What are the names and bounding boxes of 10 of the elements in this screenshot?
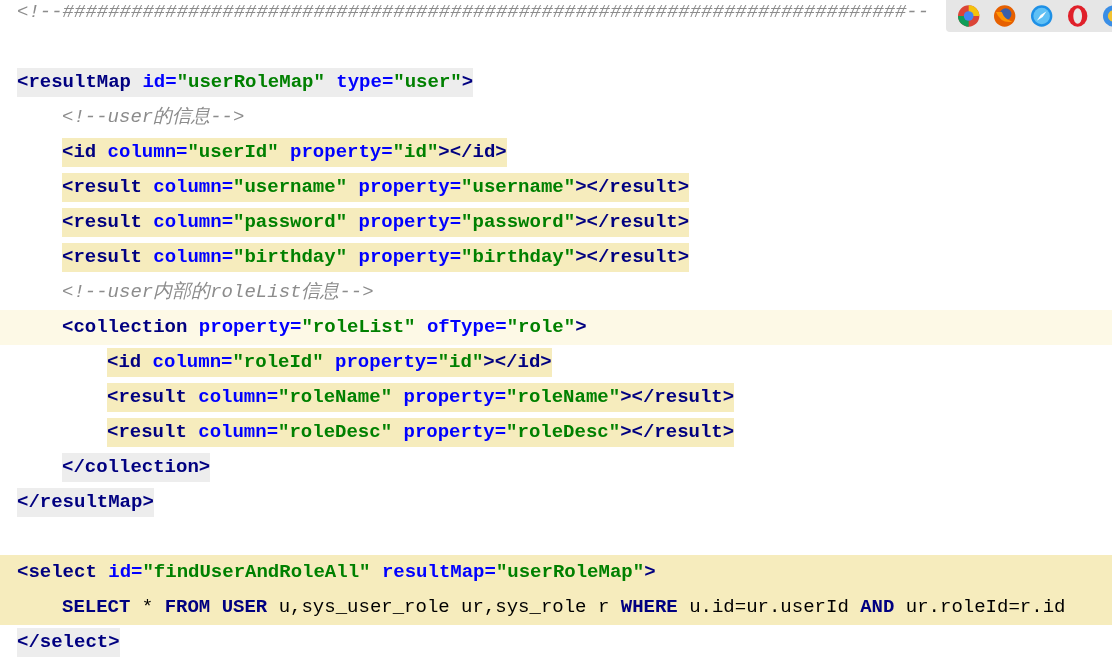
code-comment: <!--user的信息-->: [62, 105, 245, 131]
browser-icon[interactable]: [957, 4, 981, 28]
code-line: <collection property="roleList" ofType="role">: [62, 315, 587, 341]
browser-icon[interactable]: [1102, 4, 1112, 28]
code-comment: <!--user内部的roleList信息-->: [62, 280, 374, 306]
ring-o-icon[interactable]: [1066, 4, 1090, 28]
compass-icon[interactable]: [1029, 4, 1053, 28]
code-line: SELECT * FROM USER u,sys_user_role ur,sys_role r WHERE u.id=ur.userId AND ur.roleId=r.id: [62, 595, 1066, 621]
code-line: <select id="findUserAndRoleAll" resultMap="userRoleMap">: [17, 560, 656, 586]
code-comment: <!--##########################################################################--: [17, 0, 930, 26]
